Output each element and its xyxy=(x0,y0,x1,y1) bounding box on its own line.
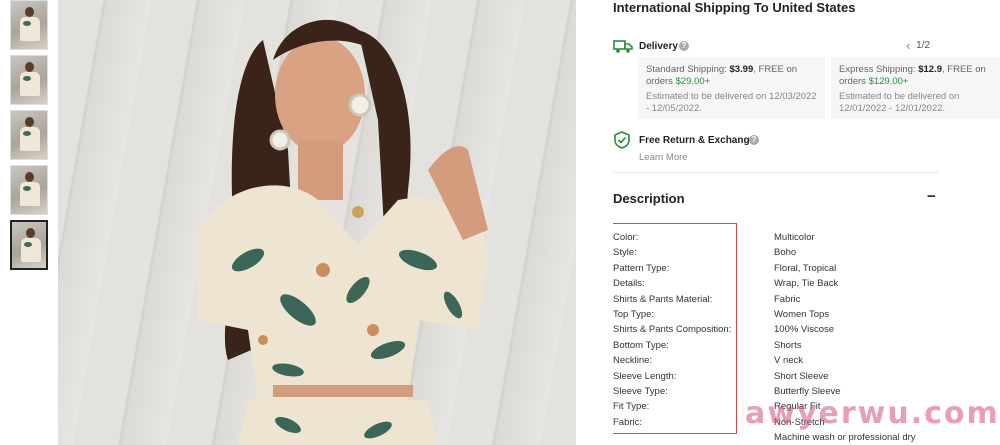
question-circle-icon[interactable]: ? xyxy=(679,41,689,51)
delivery-label: Delivery xyxy=(639,41,678,52)
attribute-row: Sleeve Length: Short Sleeve xyxy=(613,369,1000,384)
attribute-key: Shirts & Pants Composition: xyxy=(613,324,732,336)
attribute-value: Short Sleeve xyxy=(774,370,829,382)
attribute-value: Boho xyxy=(774,247,797,259)
attribute-key: Details: xyxy=(613,278,645,290)
attribute-value: V neck xyxy=(774,355,804,367)
attribute-key: Sleeve Length: xyxy=(613,370,677,382)
attribute-value: Machine wash or professional dry xyxy=(774,432,916,444)
minus-icon[interactable]: − xyxy=(927,188,936,205)
attribute-value: Shorts xyxy=(774,339,802,351)
express-shipping-card: Express Shipping: $12.9, FREE on orders … xyxy=(831,57,1000,119)
attribute-value: Fabric xyxy=(774,293,801,305)
attribute-key: Style: xyxy=(613,247,637,259)
attribute-key: Fabric: xyxy=(613,416,643,428)
attribute-row: Bottom Type: Shorts xyxy=(613,338,1000,353)
express-estimate: Estimated to be delivered on 12/01/2022 … xyxy=(839,91,960,114)
return-exchange-row: Free Return & Exchange ? Learn More xyxy=(613,130,943,164)
attribute-row: Style: Boho xyxy=(613,245,1000,260)
return-label: Free Return & Exchange xyxy=(639,135,756,146)
standard-estimate: Estimated to be delivered on 12/03/2022 … xyxy=(646,91,817,114)
attribute-key: Sleeve Type: xyxy=(613,385,668,397)
attribute-row: Details: Wrap, Tie Back xyxy=(613,276,1000,291)
attribute-key: Shirts & Pants Material: xyxy=(613,293,713,305)
standard-label: Standard Shipping: xyxy=(646,64,727,75)
question-circle-icon[interactable]: ? xyxy=(749,135,759,145)
pager-text: 1/2 xyxy=(916,40,931,51)
attribute-row: Top Type: Women Tops xyxy=(613,307,1000,322)
attribute-key: Pattern Type: xyxy=(613,262,670,274)
attribute-row: Color: Multicolor xyxy=(613,230,1000,245)
product-thumbnail[interactable] xyxy=(10,165,48,215)
shipping-title: International Shipping To United States xyxy=(613,0,856,15)
standard-shipping-card: Standard Shipping: $3.99, FREE on orders… xyxy=(638,57,825,119)
attribute-row: Neckline: V neck xyxy=(613,353,1000,368)
product-thumbnail[interactable] xyxy=(10,55,48,105)
learn-more-link[interactable]: Learn More xyxy=(639,152,688,163)
product-photo xyxy=(198,19,488,445)
attribute-row: Shirts & Pants Material: Fabric xyxy=(613,292,1000,307)
product-thumbnail[interactable] xyxy=(10,110,48,160)
truck-icon xyxy=(613,38,633,59)
attribute-row: Pattern Type: Floral, Tropical xyxy=(613,261,1000,276)
watermark-text: awyerwu.com xyxy=(745,396,1000,431)
attribute-key: Neckline: xyxy=(613,355,653,367)
attribute-value: Floral, Tropical xyxy=(774,262,837,274)
divider xyxy=(613,172,938,173)
attribute-value: Multicolor xyxy=(774,232,815,243)
product-thumbnail-active[interactable] xyxy=(10,220,48,270)
main-product-image[interactable] xyxy=(58,0,576,445)
thumbnail-strip xyxy=(10,0,50,275)
attribute-row: Machine wash or professional dry xyxy=(613,430,1000,445)
express-threshold: $129.00+ xyxy=(868,76,909,87)
description-title: Description xyxy=(613,191,685,206)
attribute-key: Fit Type: xyxy=(613,401,650,413)
chevron-left-icon[interactable]: ‹ xyxy=(903,38,913,53)
attribute-row: Shirts & Pants Composition: 100% Viscose xyxy=(613,322,1000,337)
express-price: $12.9 xyxy=(918,64,942,75)
express-label: Express Shipping: xyxy=(839,64,916,75)
attribute-value: Women Tops xyxy=(774,308,830,320)
standard-price: $3.99 xyxy=(729,64,754,75)
attribute-key: Color: xyxy=(613,232,639,243)
attribute-key: Bottom Type: xyxy=(613,339,669,351)
delivery-header: Delivery ? ‹ 1/2 › xyxy=(613,38,943,68)
attribute-key: Top Type: xyxy=(613,308,655,320)
product-info-panel: International Shipping To United States … xyxy=(613,0,1000,445)
shield-check-icon xyxy=(613,131,631,154)
attribute-value: Wrap, Tie Back xyxy=(774,278,839,290)
standard-threshold: $29.00+ xyxy=(675,76,711,87)
product-thumbnail[interactable] xyxy=(10,0,48,50)
attribute-value: 100% Viscose xyxy=(774,324,835,336)
